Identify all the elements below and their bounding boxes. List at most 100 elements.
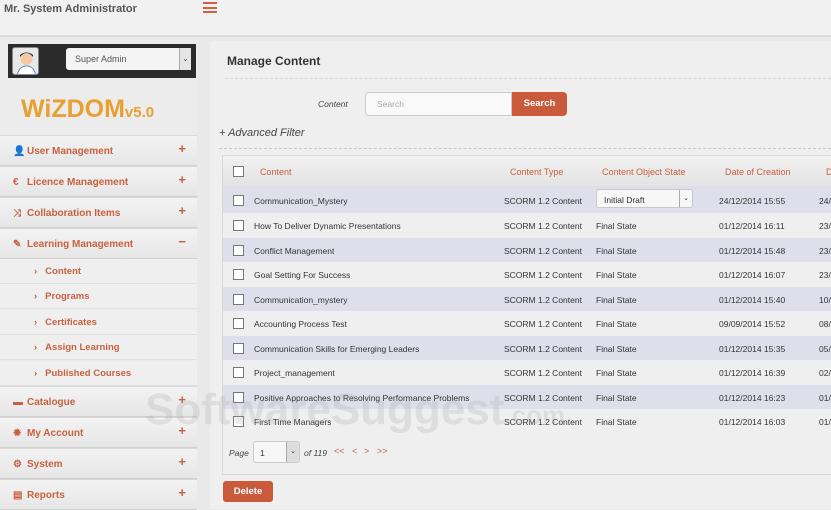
plus-icon[interactable]: + bbox=[178, 454, 186, 469]
cell-state: Final State bbox=[596, 343, 637, 354]
sidebar-item-licence-management[interactable]: € Licence Management + bbox=[0, 166, 197, 197]
col-content[interactable]: Content bbox=[260, 167, 292, 177]
col-date-modified[interactable]: D bbox=[826, 167, 831, 177]
cell-modified: 01/ bbox=[819, 417, 831, 427]
submenu-item-assign-learning[interactable]: › Assign Learning bbox=[0, 335, 197, 361]
sidebar-item-label: Learning Management bbox=[27, 239, 134, 250]
table-row[interactable]: Conflict Management SCORM 1.2 Content Fi… bbox=[223, 237, 831, 262]
cell-state: Final State bbox=[596, 221, 637, 231]
table-header: Content Content Type Content Object Stat… bbox=[223, 156, 831, 186]
cell-content[interactable]: Goal Setting For Success bbox=[254, 270, 350, 280]
cell-modified: 23/ bbox=[819, 270, 831, 280]
submenu-item-content[interactable]: › Content bbox=[0, 259, 197, 284]
chevron-right-icon: › bbox=[34, 367, 38, 379]
page-select[interactable]: 1 ⌄ bbox=[253, 441, 300, 463]
cell-content[interactable]: Accounting Process Test bbox=[254, 319, 347, 329]
page-label: Page bbox=[229, 448, 249, 458]
cell-created: 09/09/2014 15:52 bbox=[719, 319, 786, 329]
row-checkbox[interactable] bbox=[233, 220, 244, 231]
submenu-item-label: Certificates bbox=[45, 316, 97, 328]
sidebar-item-learning-management[interactable]: ✎ Learning Management − bbox=[0, 228, 197, 259]
submenu-item-label: Published Courses bbox=[45, 367, 132, 379]
cell-created: 01/12/2014 15:48 bbox=[719, 245, 786, 256]
report-icon: ▤ bbox=[13, 490, 23, 501]
state-select[interactable]: Initial Draft ⌄ bbox=[596, 189, 693, 208]
row-checkbox[interactable] bbox=[233, 269, 244, 280]
row-checkbox[interactable] bbox=[233, 342, 244, 354]
chevron-right-icon: › bbox=[34, 266, 38, 277]
role-select[interactable]: Super Admin ⌄ bbox=[66, 48, 191, 70]
table-row[interactable]: Communication_Mystery SCORM 1.2 Content … bbox=[223, 186, 831, 213]
cell-content[interactable]: Project_management bbox=[254, 368, 335, 378]
top-bar: Mr. System Administrator bbox=[0, 0, 831, 37]
submenu-item-published-courses[interactable]: › Published Courses bbox=[0, 360, 197, 386]
logo-version: v5.0 bbox=[124, 104, 155, 121]
cell-created: 01/12/2014 16:23 bbox=[719, 392, 786, 403]
select-all-checkbox[interactable] bbox=[233, 166, 244, 177]
user-icon: 👤 bbox=[13, 146, 26, 157]
delete-button[interactable]: Delete bbox=[223, 481, 273, 502]
search-button[interactable]: Search bbox=[512, 92, 567, 116]
cell-modified: 08/ bbox=[819, 319, 831, 329]
table-row[interactable]: Communication_mystery SCORM 1.2 Content … bbox=[223, 286, 831, 311]
divider bbox=[225, 78, 831, 79]
chevron-down-icon: ⌄ bbox=[679, 190, 692, 207]
chevron-right-icon: › bbox=[34, 291, 38, 303]
cell-created: 01/12/2014 16:07 bbox=[719, 270, 786, 280]
plus-icon[interactable]: + bbox=[178, 172, 186, 187]
page-current: 1 bbox=[260, 448, 265, 458]
cell-content[interactable]: Conflict Management bbox=[254, 246, 334, 256]
row-checkbox[interactable] bbox=[233, 195, 244, 206]
cell-content[interactable]: Communication_mystery bbox=[254, 295, 348, 305]
sidebar-item-label: Licence Management bbox=[27, 177, 129, 188]
col-content-type[interactable]: Content Type bbox=[510, 167, 563, 177]
logo-name: WiZDOM bbox=[21, 95, 125, 123]
minus-icon[interactable]: − bbox=[178, 234, 186, 249]
row-checkbox[interactable] bbox=[233, 293, 244, 305]
sidebar-item-collaboration-items[interactable]: ⤨ Collaboration Items + bbox=[0, 197, 197, 228]
row-checkbox[interactable] bbox=[233, 367, 244, 378]
next-page-link[interactable]: > bbox=[364, 446, 369, 456]
menu-toggle-icon[interactable] bbox=[203, 2, 217, 13]
col-date-creation[interactable]: Date of Creation bbox=[725, 167, 791, 177]
cell-content[interactable]: How To Deliver Dynamic Presentations bbox=[254, 221, 401, 231]
sidebar-item-reports[interactable]: ▤ Reports + bbox=[0, 479, 197, 510]
advanced-filter-toggle[interactable]: + Advanced Filter bbox=[219, 127, 305, 139]
sidebar-item-system[interactable]: ⚙ System + bbox=[0, 448, 197, 479]
sidebar-item-label: User Management bbox=[27, 146, 114, 157]
last-page-link[interactable]: >> bbox=[377, 446, 388, 456]
table-row[interactable]: Project_management SCORM 1.2 Content Fin… bbox=[223, 360, 831, 385]
table-row[interactable]: Goal Setting For Success SCORM 1.2 Conte… bbox=[223, 262, 831, 287]
plus-icon[interactable]: + bbox=[178, 203, 186, 218]
col-state[interactable]: Content Object State bbox=[602, 167, 686, 177]
table-row[interactable]: Accounting Process Test SCORM 1.2 Conten… bbox=[223, 311, 831, 336]
chevron-right-icon: › bbox=[34, 316, 38, 328]
cell-type: SCORM 1.2 Content bbox=[504, 319, 582, 329]
plus-icon[interactable]: + bbox=[178, 485, 186, 500]
prev-page-link[interactable]: < bbox=[352, 446, 357, 456]
logo: WiZDOMv5.0 bbox=[21, 95, 154, 124]
search-input[interactable]: Search bbox=[365, 92, 512, 116]
first-page-link[interactable]: << bbox=[334, 446, 345, 456]
cell-created: 01/12/2014 16:39 bbox=[719, 368, 786, 378]
sidebar-item-label: System bbox=[27, 459, 63, 470]
cell-content[interactable]: Communication_Mystery bbox=[254, 196, 348, 206]
plus-icon[interactable]: + bbox=[178, 141, 186, 156]
cell-content[interactable]: Communication Skills for Emerging Leader… bbox=[254, 344, 419, 354]
cell-state: Final State bbox=[596, 294, 637, 305]
row-checkbox[interactable] bbox=[233, 318, 244, 329]
sidebar-item-user-management[interactable]: 👤 User Management + bbox=[0, 135, 197, 166]
cell-modified: 01/ bbox=[819, 392, 831, 403]
table-row[interactable]: How To Deliver Dynamic Presentations SCO… bbox=[223, 213, 831, 238]
cell-created: 01/12/2014 16:11 bbox=[719, 221, 785, 231]
cell-modified: 23/ bbox=[819, 245, 831, 256]
euro-icon: € bbox=[13, 177, 19, 188]
row-checkbox[interactable] bbox=[233, 244, 244, 256]
submenu-item-label: Assign Learning bbox=[45, 342, 120, 354]
cell-state: Final State bbox=[596, 245, 637, 256]
submenu-item-certificates[interactable]: › Certificates bbox=[0, 309, 197, 335]
table-row[interactable]: Communication Skills for Emerging Leader… bbox=[223, 335, 831, 360]
submenu-item-programs[interactable]: › Programs bbox=[0, 284, 197, 310]
cell-state: Final State bbox=[596, 392, 637, 403]
cell-state: Final State bbox=[596, 368, 637, 378]
